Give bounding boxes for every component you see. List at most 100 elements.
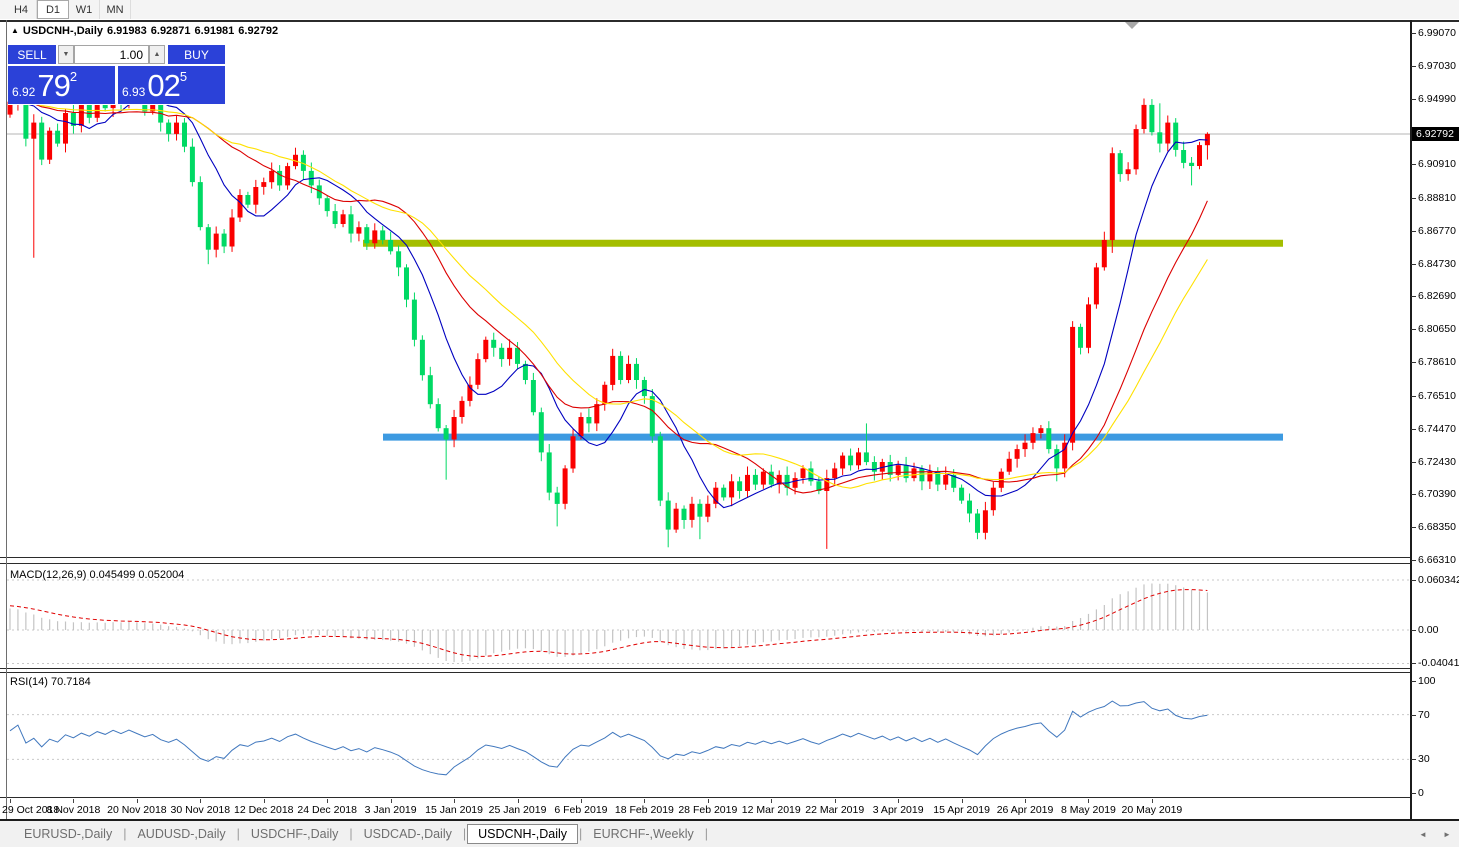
- panel-separator[interactable]: [0, 563, 1410, 564]
- price-axis-label: 6.94990: [1418, 92, 1456, 105]
- macd-indicator-chart[interactable]: [7, 565, 1410, 668]
- date-axis-label: 26 Apr 2019: [996, 804, 1054, 816]
- current-price-badge: 6.92792: [1412, 127, 1459, 141]
- panel-separator[interactable]: [0, 672, 1410, 673]
- date-axis-label: 18 Feb 2019: [614, 804, 674, 816]
- volume-input[interactable]: 1.00: [74, 45, 149, 64]
- macd-label: MACD(12,26,9) 0.045499 0.052004: [10, 569, 185, 581]
- date-tick: [1088, 799, 1090, 803]
- rsi-axis-label: 30: [1418, 752, 1430, 765]
- chart-tab-bar: EURUSD-,Daily | AUDUSD-,Daily | USDCHF-,Dail…: [0, 819, 1459, 847]
- chart-shift-marker-icon[interactable]: [1125, 22, 1139, 29]
- date-tick: [200, 799, 202, 803]
- tab-separator: |: [236, 827, 240, 841]
- axis-tick: [1411, 494, 1416, 495]
- date-tick: [517, 799, 519, 803]
- axis-tick: [1411, 759, 1416, 760]
- tab-usdchf-daily[interactable]: USDCHF-,Daily: [241, 825, 349, 843]
- rsi-axis-label: 70: [1418, 708, 1430, 721]
- price-axis-label: 6.82690: [1418, 289, 1456, 302]
- axis-tick: [1411, 296, 1416, 297]
- date-tick: [327, 799, 329, 803]
- axis-tick: [1411, 630, 1416, 631]
- rsi-indicator-chart[interactable]: [7, 672, 1410, 797]
- date-axis-label: 20 May 2019: [1121, 804, 1183, 816]
- buy-price-display[interactable]: 6.93 02 5: [118, 66, 225, 104]
- date-axis-label: 24 Dec 2018: [297, 804, 357, 816]
- axis-tick: [1411, 99, 1416, 100]
- ma-fast-blue: [9, 99, 1208, 509]
- date-axis-label: 15 Jan 2019: [425, 804, 483, 816]
- tab-separator: |: [704, 827, 708, 841]
- timeframe-toolbar: H4 D1 W1 MN: [0, 0, 1459, 19]
- price-axis-label: 6.70390: [1418, 487, 1456, 500]
- axis-tick: [1411, 329, 1416, 330]
- timeframe-button-h4[interactable]: H4: [6, 0, 37, 19]
- panel-separator[interactable]: [0, 668, 1410, 669]
- date-tick: [390, 799, 392, 803]
- rsi-label: RSI(14) 70.7184: [10, 676, 91, 688]
- tab-separator: |: [349, 827, 353, 841]
- buy-price-big: 02: [147, 67, 180, 103]
- macd-axis-label: -0.040415: [1418, 656, 1459, 669]
- tab-audusd-daily[interactable]: AUDUSD-,Daily: [127, 825, 235, 843]
- price-axis-label: 6.99070: [1418, 26, 1456, 39]
- sell-price-prefix: 6.92: [12, 85, 36, 99]
- axis-tick: [1411, 580, 1416, 581]
- chevron-down-icon: ▼: [62, 51, 70, 58]
- tab-scroll-left-button[interactable]: ◄: [1416, 827, 1430, 841]
- tab-scroll-right-button[interactable]: ►: [1440, 827, 1454, 841]
- axis-tick: [1411, 429, 1416, 430]
- timeframe-button-mn[interactable]: MN: [100, 0, 131, 19]
- axis-tick: [1411, 198, 1416, 199]
- price-axis-label: 6.80650: [1418, 322, 1456, 335]
- price-axis-label: 6.68350: [1418, 520, 1456, 533]
- date-axis-label: 6 Feb 2019: [554, 804, 608, 816]
- macd-axis-label: 0.00: [1418, 623, 1439, 636]
- sell-button[interactable]: SELL: [8, 45, 56, 64]
- axis-tick: [1411, 715, 1416, 716]
- date-axis-label: 3 Apr 2019: [872, 804, 924, 816]
- date-axis-label: 28 Feb 2019: [678, 804, 738, 816]
- sell-price-display[interactable]: 6.92 79 2: [8, 66, 115, 104]
- price-axis-label: 6.88810: [1418, 191, 1456, 204]
- timeframe-button-d1[interactable]: D1: [37, 0, 69, 19]
- tab-usdcnh-daily[interactable]: USDCNH-,Daily: [467, 824, 579, 844]
- date-tick: [263, 799, 265, 803]
- arrow-left-icon: ◄: [1419, 829, 1427, 839]
- ma-slow-yellow: [9, 100, 1208, 489]
- price-axis-label: 6.86770: [1418, 224, 1456, 237]
- tab-usdcad-daily[interactable]: USDCAD-,Daily: [354, 825, 462, 843]
- price-axis-label: 6.97030: [1418, 59, 1456, 72]
- date-axis-border: [0, 797, 1410, 798]
- date-axis-label: 25 Jan 2019: [488, 804, 547, 816]
- date-axis-label: 20 Nov 2018: [107, 804, 167, 816]
- date-tick: [961, 799, 963, 803]
- rsi-axis-label: 0: [1418, 786, 1424, 799]
- volume-decrease-button[interactable]: ▼: [58, 45, 74, 64]
- timeframe-button-w1[interactable]: W1: [69, 0, 100, 19]
- axis-tick: [1411, 663, 1416, 664]
- rsi-line: [9, 700, 1208, 776]
- macd-signal-line: [9, 589, 1208, 658]
- macd-values: 0.045499 0.052004: [89, 569, 185, 581]
- date-tick: [707, 799, 709, 803]
- tab-eurchf-weekly[interactable]: EURCHF-,Weekly: [583, 825, 703, 843]
- buy-button[interactable]: BUY: [168, 45, 225, 64]
- horizontal-line-objects[interactable]: [363, 239, 1283, 441]
- tab-eurusd-daily[interactable]: EURUSD-,Daily: [14, 825, 122, 843]
- chevron-up-icon: ▲: [153, 51, 161, 58]
- sell-price-sup: 2: [69, 69, 78, 84]
- volume-increase-button[interactable]: ▲: [149, 45, 165, 64]
- axis-tick: [1411, 264, 1416, 265]
- buy-price-prefix: 6.93: [122, 85, 146, 99]
- date-tick: [644, 799, 646, 803]
- chart-left-border: [6, 20, 7, 820]
- price-axis-label: 6.76510: [1418, 389, 1456, 402]
- date-axis-label: 8 May 2019: [1061, 804, 1116, 816]
- panel-separator[interactable]: [0, 557, 1410, 558]
- axis-tick: [1411, 462, 1416, 463]
- date-tick: [1151, 799, 1153, 803]
- axis-tick: [1411, 362, 1416, 363]
- tab-separator: |: [462, 827, 467, 841]
